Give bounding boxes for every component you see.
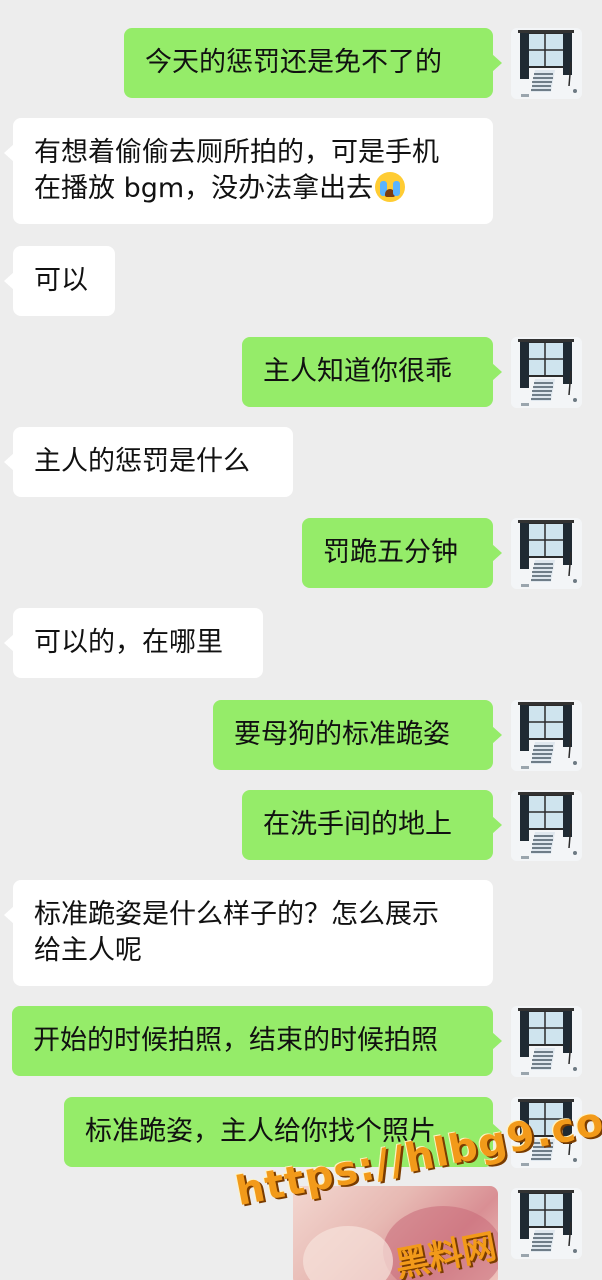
message-text: 在洗手间的地上 [263,809,452,840]
message-bubble-received[interactable]: 有想着偷偷去厕所拍的，可是手机 在播放 bgm，没办法拿出去 [4,118,493,224]
window-curtain-avatar-icon [511,518,582,589]
avatar[interactable] [511,700,582,771]
window-curtain-avatar-icon [511,337,582,408]
window-curtain-avatar-icon [511,790,582,861]
message-bubble-sent[interactable]: 今天的惩罚还是免不了的 [124,28,502,98]
message-text-line: 在播放 bgm，没办法拿出去 [34,173,374,204]
window-curtain-avatar-icon [511,28,582,99]
message-bubble-sent[interactable]: 开始的时候拍照，结束的时候拍照 [12,1006,502,1076]
message-bubble-received[interactable]: 可以 [4,246,115,316]
message-text: 要母狗的标准跪姿 [234,719,450,750]
window-curtain-avatar-icon [511,1006,582,1077]
window-curtain-avatar-icon [511,1188,582,1259]
message-bubble-received[interactable]: 标准跪姿是什么样子的？怎么展示 给主人呢 [4,880,493,986]
avatar[interactable] [511,1006,582,1077]
chat-view: 今天的惩罚还是免不了的 有想着偷偷去厕所拍的，可是手机 在播放 bgm，没办法拿… [0,0,602,1280]
message-bubble-sent[interactable]: 罚跪五分钟 [302,518,502,588]
message-bubble-received[interactable]: 主人的惩罚是什么 [4,427,293,497]
message-text-line: 给主人呢 [34,935,142,966]
message-text: 开始的时候拍照，结束的时候拍照 [33,1025,438,1056]
message-bubble-received[interactable]: 可以的，在哪里 [4,608,263,678]
avatar[interactable] [511,1188,582,1259]
avatar[interactable] [511,337,582,408]
avatar[interactable] [511,28,582,99]
message-text-line: 标准跪姿是什么样子的？怎么展示 [34,899,439,930]
window-curtain-avatar-icon [511,700,582,771]
message-text: 主人知道你很乖 [263,356,452,387]
message-text: 可以 [34,265,88,296]
message-text: 主人的惩罚是什么 [34,446,250,477]
message-text: 可以的，在哪里 [34,627,223,658]
avatar[interactable] [511,790,582,861]
message-bubble-sent[interactable]: 在洗手间的地上 [242,790,502,860]
message-text-line: 有想着偷偷去厕所拍的，可是手机 [34,137,439,168]
avatar[interactable] [511,518,582,589]
message-text: 今天的惩罚还是免不了的 [145,47,442,78]
message-bubble-sent[interactable]: 主人知道你很乖 [242,337,502,407]
loudly-crying-face-icon [375,172,406,202]
message-text: 罚跪五分钟 [323,537,458,568]
message-bubble-sent[interactable]: 要母狗的标准跪姿 [213,700,502,770]
